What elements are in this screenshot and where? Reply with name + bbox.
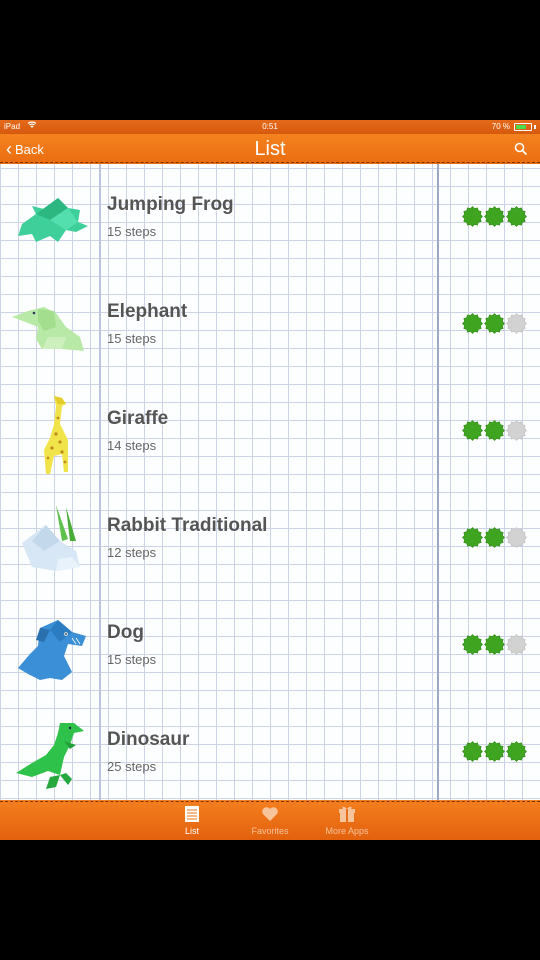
item-steps: 15 steps	[107, 652, 157, 667]
list-item[interactable]: Elephant 15 steps	[0, 271, 540, 377]
item-name: Rabbit Traditional	[107, 515, 268, 536]
top-letterbox	[0, 0, 540, 120]
item-steps: 12 steps	[107, 545, 157, 560]
difficulty-dot-filled	[506, 741, 527, 762]
item-name: Jumping Frog	[107, 194, 234, 215]
tab-favorites-label: Favorites	[251, 826, 289, 836]
navigation-bar: ‹ Back List	[0, 134, 540, 164]
difficulty-dot-empty	[506, 634, 527, 655]
difficulty-dot-filled	[484, 313, 505, 334]
bottom-letterbox	[0, 840, 540, 960]
item-name: Giraffe	[107, 408, 169, 429]
item-name: Dog	[107, 622, 144, 643]
battery-fill	[516, 125, 526, 129]
item-name: Dinosaur	[107, 729, 190, 750]
tab-bar: List Favorites More Apps	[0, 800, 540, 840]
app-screen: iPad 0:51 70 % ‹ Back List Jumping Frog …	[0, 120, 540, 840]
difficulty-dot-filled	[462, 420, 483, 441]
tab-list-label: List	[184, 826, 199, 836]
difficulty-dot-filled	[462, 206, 483, 227]
tab-more-apps[interactable]: More Apps	[307, 804, 387, 838]
difficulty-dot-filled	[462, 313, 483, 334]
difficulty-rating	[462, 206, 532, 228]
list-item[interactable]: Dinosaur 25 steps	[0, 699, 540, 805]
difficulty-dot-filled	[484, 527, 505, 548]
battery-icon	[514, 123, 532, 131]
elephant-thumbnail	[10, 287, 94, 371]
difficulty-dot-empty	[506, 527, 527, 548]
difficulty-rating	[462, 527, 532, 549]
list-item[interactable]: Dog 15 steps	[0, 592, 540, 698]
status-time: 0:51	[262, 122, 278, 131]
list-item[interactable]: Rabbit Traditional 12 steps	[0, 485, 540, 591]
dinosaur-thumbnail	[10, 715, 94, 799]
item-name: Elephant	[107, 301, 188, 322]
frog-thumbnail	[10, 180, 94, 264]
difficulty-dot-filled	[506, 206, 527, 227]
tab-more-apps-label: More Apps	[325, 826, 369, 836]
page-title: List	[254, 138, 286, 160]
battery-tip	[534, 125, 536, 129]
tabbar-stitch	[0, 801, 540, 802]
list-icon	[182, 804, 202, 824]
difficulty-dot-empty	[506, 420, 527, 441]
difficulty-dot-filled	[462, 634, 483, 655]
status-bar: iPad 0:51 70 %	[0, 120, 540, 134]
search-icon[interactable]	[514, 142, 528, 156]
gift-icon	[337, 804, 357, 824]
list-item[interactable]: Giraffe 14 steps	[0, 378, 540, 484]
difficulty-rating	[462, 634, 532, 656]
navbar-stitch	[0, 162, 540, 163]
tab-favorites[interactable]: Favorites	[230, 804, 310, 838]
item-steps: 15 steps	[107, 331, 157, 346]
difficulty-dot-filled	[484, 634, 505, 655]
list-item[interactable]: Jumping Frog 15 steps	[0, 164, 540, 270]
difficulty-dot-filled	[462, 741, 483, 762]
item-steps: 15 steps	[107, 224, 157, 239]
difficulty-dot-empty	[506, 313, 527, 334]
tab-list[interactable]: List	[152, 804, 232, 838]
giraffe-thumbnail	[10, 394, 94, 478]
difficulty-dot-filled	[462, 527, 483, 548]
origami-list: Jumping Frog 15 steps Elephant 15 steps	[0, 164, 540, 800]
difficulty-dot-filled	[484, 741, 505, 762]
heart-icon	[260, 804, 280, 824]
difficulty-rating	[462, 420, 532, 442]
battery-percent: 70 %	[491, 122, 510, 131]
dog-thumbnail	[10, 608, 94, 692]
item-steps: 14 steps	[107, 438, 157, 453]
rabbit-thumbnail	[10, 501, 94, 585]
difficulty-dot-filled	[484, 420, 505, 441]
difficulty-dot-filled	[484, 206, 505, 227]
item-steps: 25 steps	[107, 759, 157, 774]
difficulty-rating	[462, 741, 532, 763]
difficulty-rating	[462, 313, 532, 335]
